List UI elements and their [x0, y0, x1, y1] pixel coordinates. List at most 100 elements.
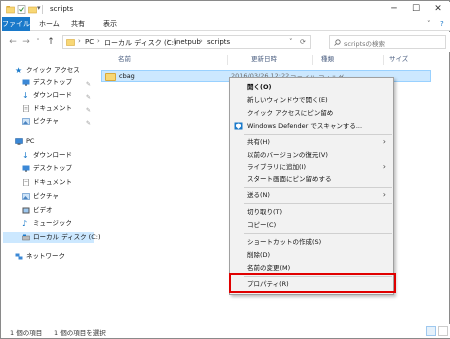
column-divider[interactable]	[383, 55, 384, 65]
nav-item-label: ダウンロード	[33, 151, 72, 159]
nav-item-pc-desktop[interactable]: デスクトップ	[22, 163, 94, 174]
menu-item-defender-scan[interactable]: Windows Defender でスキャンする...	[231, 120, 392, 132]
nav-item-pc-pictures[interactable]: ピクチャ	[22, 191, 94, 202]
menu-item-open[interactable]: 開く(O)	[231, 81, 392, 93]
star-icon: ★	[15, 66, 23, 75]
ribbon-expand-icon[interactable]: ˅	[422, 17, 436, 31]
details-view-button[interactable]	[426, 326, 436, 336]
status-item-count: 1 個の項目	[10, 329, 43, 337]
status-selected-count: 1 個の項目を選択	[54, 329, 106, 337]
address-dropdown-icon[interactable]: ˅	[289, 38, 293, 46]
defender-shield-icon	[234, 122, 243, 130]
breadcrumb-local-disk[interactable]: ローカル ディスク (C:)	[104, 38, 177, 48]
menu-item-share[interactable]: 共有(H) ›	[231, 136, 392, 148]
nav-item-label: ピクチャ	[33, 192, 59, 200]
context-menu: 開く(O) 新しいウィンドウで開く(E) クイック アクセスにピン留め Wind…	[229, 77, 394, 295]
tab-file[interactable]: ファイル	[2, 17, 30, 31]
download-icon: ↓	[22, 91, 29, 100]
tab-home[interactable]: ホーム	[34, 17, 65, 31]
up-button[interactable]: ↑	[45, 36, 57, 48]
folder-icon	[6, 6, 15, 14]
network-icon	[15, 253, 23, 260]
nav-item-label: ドキュメント	[33, 104, 72, 112]
picture-icon	[22, 193, 30, 200]
nav-item-label: ドキュメント	[33, 178, 72, 186]
column-divider[interactable]	[227, 55, 228, 65]
menu-separator	[244, 233, 392, 234]
nav-item-label: ピクチャ	[33, 117, 59, 125]
nav-item-quick-access[interactable]: ★ クイック アクセス	[15, 65, 93, 76]
nav-item-pc-music[interactable]: ♪ ミュージック	[22, 218, 94, 229]
menu-separator	[244, 187, 392, 188]
search-icon	[334, 39, 341, 46]
video-icon	[22, 207, 30, 214]
menu-item-restore-versions[interactable]: 以前のバージョンの復元(V)	[231, 149, 392, 161]
column-header-type[interactable]: 種類	[321, 53, 334, 65]
explorer-window: ▾ scripts ─ ☐ ✕ ファイル ホーム 共有 表示 ˅ ? ← → ˅…	[0, 0, 450, 339]
desktop-icon	[22, 79, 30, 86]
maximize-button[interactable]: ☐	[408, 3, 424, 16]
nav-item-pc[interactable]: PC	[15, 136, 93, 147]
folder-icon	[66, 39, 75, 46]
column-header-name[interactable]: 名前	[118, 53, 131, 65]
window-title: scripts	[50, 5, 74, 13]
recent-locations-button[interactable]: ˅	[32, 36, 44, 48]
nav-item-desktop[interactable]: デスクトップ ✎	[22, 77, 94, 88]
nav-item-pictures[interactable]: ピクチャ ✎	[22, 116, 94, 127]
pin-icon: ✎	[86, 120, 92, 127]
search-input[interactable]: scriptsの検索	[344, 38, 385, 48]
column-header-size[interactable]: サイズ	[389, 53, 408, 65]
pin-icon: ✎	[86, 81, 92, 88]
nav-item-pc-videos[interactable]: ビデオ	[22, 205, 94, 216]
address-bar[interactable]: › PC › ローカル ディスク (C:) › inetpub › script…	[62, 35, 311, 49]
new-folder-icon[interactable]	[28, 5, 37, 14]
column-divider[interactable]	[312, 55, 313, 65]
nav-item-network[interactable]: ネットワーク	[15, 251, 93, 262]
menu-item-create-shortcut[interactable]: ショートカットの作成(S)	[231, 236, 392, 248]
nav-item-downloads[interactable]: ↓ ダウンロード ✎	[22, 90, 94, 101]
minimize-button[interactable]: ─	[386, 3, 402, 16]
address-row: ← → ˅ ↑ › PC › ローカル ディスク (C:) › inetpub …	[2, 32, 450, 52]
menu-item-send-to[interactable]: 送る(N) ›	[231, 189, 392, 201]
breadcrumb-inetpub[interactable]: inetpub	[174, 38, 201, 46]
nav-item-documents[interactable]: ドキュメント ✎	[22, 103, 94, 114]
document-icon	[23, 179, 29, 186]
pin-icon: ✎	[86, 107, 92, 114]
nav-item-local-disk[interactable]: ローカル ディスク (C:)	[3, 232, 100, 243]
submenu-arrow-icon: ›	[382, 190, 386, 199]
drive-icon	[22, 234, 30, 241]
nav-item-label: デスクトップ	[33, 164, 72, 172]
breadcrumb-scripts[interactable]: scripts	[207, 38, 230, 46]
breadcrumb-separator: ›	[167, 37, 170, 45]
search-box[interactable]: scriptsの検索	[329, 35, 446, 49]
nav-item-label: PC	[26, 137, 35, 145]
ribbon-tabs: ファイル ホーム 共有 表示 ˅ ?	[2, 17, 450, 31]
refresh-button[interactable]: ⟳	[300, 38, 306, 46]
menu-separator	[244, 134, 392, 135]
desktop-icon	[22, 165, 30, 172]
back-button[interactable]: ←	[7, 36, 19, 48]
menu-item-copy[interactable]: コピー(C)	[231, 219, 392, 231]
nav-item-pc-documents[interactable]: ドキュメント	[22, 177, 94, 188]
tab-view[interactable]: 表示	[98, 17, 122, 31]
menu-item-pin-start[interactable]: スタート画面にピン留めする	[231, 173, 392, 185]
large-icons-view-button[interactable]	[438, 326, 448, 336]
menu-item-open-new-window[interactable]: 新しいウィンドウで開く(E)	[231, 94, 392, 106]
tab-share[interactable]: 共有	[66, 17, 90, 31]
breadcrumb-pc[interactable]: PC	[85, 38, 94, 46]
help-icon[interactable]: ?	[435, 17, 449, 31]
nav-item-label: ビデオ	[33, 206, 53, 214]
column-header-date[interactable]: 更新日時	[251, 53, 277, 65]
nav-item-label: ローカル ディスク (C:)	[33, 233, 101, 241]
menu-item-delete[interactable]: 削除(D)	[231, 249, 392, 261]
forward-button[interactable]: →	[20, 36, 32, 48]
properties-icon[interactable]	[17, 5, 26, 14]
close-button[interactable]: ✕	[430, 3, 446, 16]
menu-item-cut[interactable]: 切り取り(T)	[231, 206, 392, 218]
nav-item-pc-downloads[interactable]: ↓ ダウンロード	[22, 150, 94, 161]
menu-item-add-to-library[interactable]: ライブラリに追加(I) ›	[231, 161, 392, 173]
breadcrumb-separator: ›	[97, 37, 100, 45]
menu-item-pin-quick-access[interactable]: クイック アクセスにピン留め	[231, 107, 392, 119]
submenu-arrow-icon: ›	[382, 137, 386, 146]
title-bar: ▾ scripts ─ ☐ ✕	[2, 2, 450, 17]
